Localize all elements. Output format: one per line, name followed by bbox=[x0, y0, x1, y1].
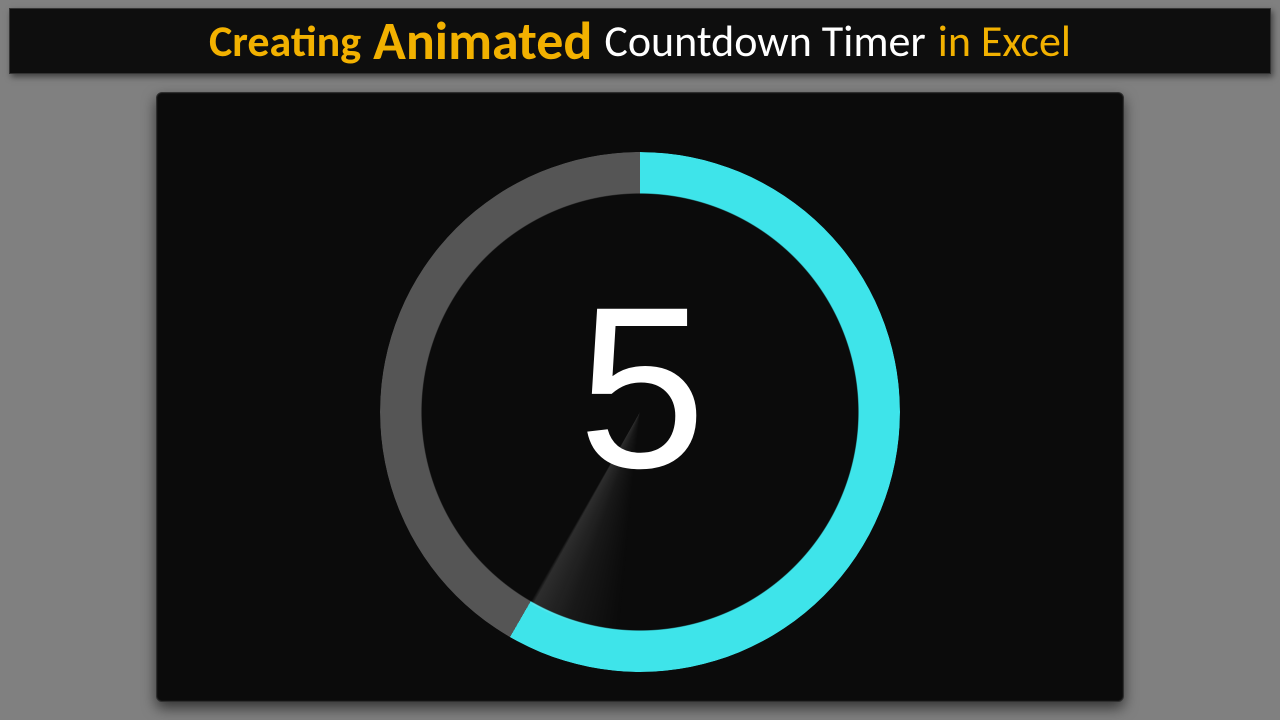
title-word-creating: Creating bbox=[209, 14, 361, 68]
countdown-timer: 5 bbox=[380, 152, 900, 672]
title-bar: Creating Animated Countdown Timer in Exc… bbox=[9, 8, 1271, 74]
countdown-digit: 5 bbox=[380, 152, 900, 672]
title-word-in-excel: in Excel bbox=[938, 14, 1071, 68]
timer-panel: 5 bbox=[156, 92, 1124, 702]
title-word-animated: Animated bbox=[373, 8, 592, 74]
title-word-countdown-timer: Countdown Timer bbox=[604, 14, 925, 68]
